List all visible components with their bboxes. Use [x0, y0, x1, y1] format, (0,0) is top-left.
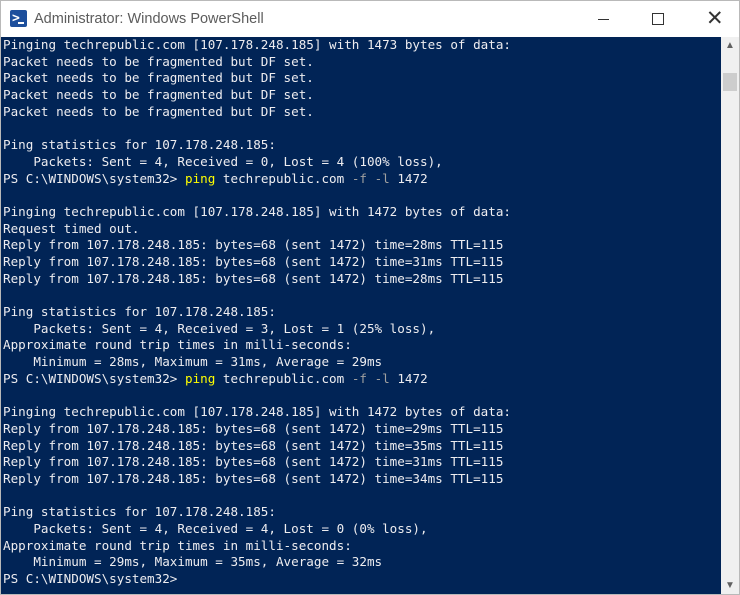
output-line: Minimum = 29ms, Maximum = 35ms, Average … — [3, 554, 383, 570]
output-line: Reply from 107.178.248.185: bytes=68 (se… — [3, 420, 504, 436]
output-line: Ping statistics for 107.178.248.185: — [3, 304, 276, 319]
parameter-text: -f — [351, 370, 367, 386]
output-line: Reply from 107.178.248.185: bytes=68 (se… — [3, 470, 504, 486]
argument-text: techrepublic.com — [215, 170, 352, 186]
scroll-thumb[interactable] — [723, 73, 737, 91]
scroll-up-button[interactable]: ▲ — [721, 37, 739, 54]
maximize-icon — [652, 13, 664, 25]
prompt-text: PS C:\WINDOWS\system32> — [3, 370, 185, 386]
powershell-window: > Administrator: Windows PowerShell ✕ Pi… — [0, 0, 740, 595]
parameter-text: -l — [374, 170, 390, 186]
powershell-icon[interactable]: > — [10, 10, 27, 27]
command-text: ping — [184, 370, 216, 386]
output-line: Reply from 107.178.248.185: bytes=68 (se… — [3, 253, 504, 269]
output-line: Reply from 107.178.248.185: bytes=68 (se… — [3, 237, 504, 253]
parameter-text: -f — [351, 170, 367, 186]
output-line: Reply from 107.178.248.185: bytes=68 (se… — [3, 437, 504, 453]
vertical-scrollbar[interactable]: ▲ ▼ — [721, 37, 739, 594]
close-button[interactable]: ✕ — [691, 1, 737, 37]
output-line: Pinging techrepublic.com [107.178.248.18… — [3, 404, 511, 420]
command-text: ping — [184, 170, 216, 186]
argument-text: 1472 — [389, 370, 428, 386]
separator-text — [367, 171, 375, 186]
maximize-button[interactable] — [635, 1, 681, 37]
output-line: Packets: Sent = 4, Received = 0, Lost = … — [3, 153, 443, 169]
prompt-line: PS C:\WINDOWS\system32> ping techrepubli… — [3, 371, 511, 388]
title-bar[interactable]: > Administrator: Windows PowerShell ✕ — [1, 1, 739, 37]
scroll-down-button[interactable]: ▼ — [721, 577, 739, 594]
prompt-line: PS C:\WINDOWS\system32> ping techrepubli… — [3, 171, 511, 188]
minimize-icon — [598, 19, 609, 20]
close-icon: ✕ — [706, 6, 724, 30]
output-line: Packets: Sent = 4, Received = 4, Lost = … — [3, 520, 428, 536]
output-line: Approximate round trip times in milli-se… — [3, 337, 352, 353]
output-line: Request timed out. — [3, 220, 140, 236]
output-line: Reply from 107.178.248.185: bytes=68 (se… — [3, 454, 504, 470]
argument-text: techrepublic.com — [215, 370, 352, 386]
output-line: Packet needs to be fragmented but DF set… — [3, 53, 314, 69]
output-line: Ping statistics for 107.178.248.185: — [3, 504, 276, 520]
output-line: Approximate round trip times in milli-se… — [3, 537, 352, 553]
output-line: Pinging techrepublic.com [107.178.248.18… — [3, 203, 511, 219]
output-line: Packet needs to be fragmented but DF set… — [3, 70, 314, 86]
output-line: PS C:\WINDOWS\system32> — [3, 571, 178, 586]
minimize-button[interactable] — [581, 1, 627, 37]
output-line: Packet needs to be fragmented but DF set… — [3, 103, 314, 119]
console-lines: Pinging techrepublic.com [107.178.248.18… — [3, 37, 511, 588]
output-line: Packets: Sent = 4, Received = 3, Lost = … — [3, 320, 436, 336]
output-line: Minimum = 28ms, Maximum = 31ms, Average … — [3, 354, 383, 370]
console-output[interactable]: Pinging techrepublic.com [107.178.248.18… — [1, 37, 721, 594]
window-title: Administrator: Windows PowerShell — [34, 11, 264, 27]
output-line: Ping statistics for 107.178.248.185: — [3, 137, 276, 153]
output-line: Reply from 107.178.248.185: bytes=68 (se… — [3, 270, 504, 286]
parameter-text: -l — [374, 370, 390, 386]
output-line: Packet needs to be fragmented but DF set… — [3, 87, 314, 103]
argument-text: 1472 — [389, 170, 428, 186]
separator-text — [367, 371, 375, 386]
prompt-text: PS C:\WINDOWS\system32> — [3, 170, 185, 186]
output-line: Pinging techrepublic.com [107.178.248.18… — [3, 37, 511, 52]
scroll-down-icon: ▼ — [725, 580, 735, 591]
scroll-up-icon: ▲ — [725, 40, 735, 51]
